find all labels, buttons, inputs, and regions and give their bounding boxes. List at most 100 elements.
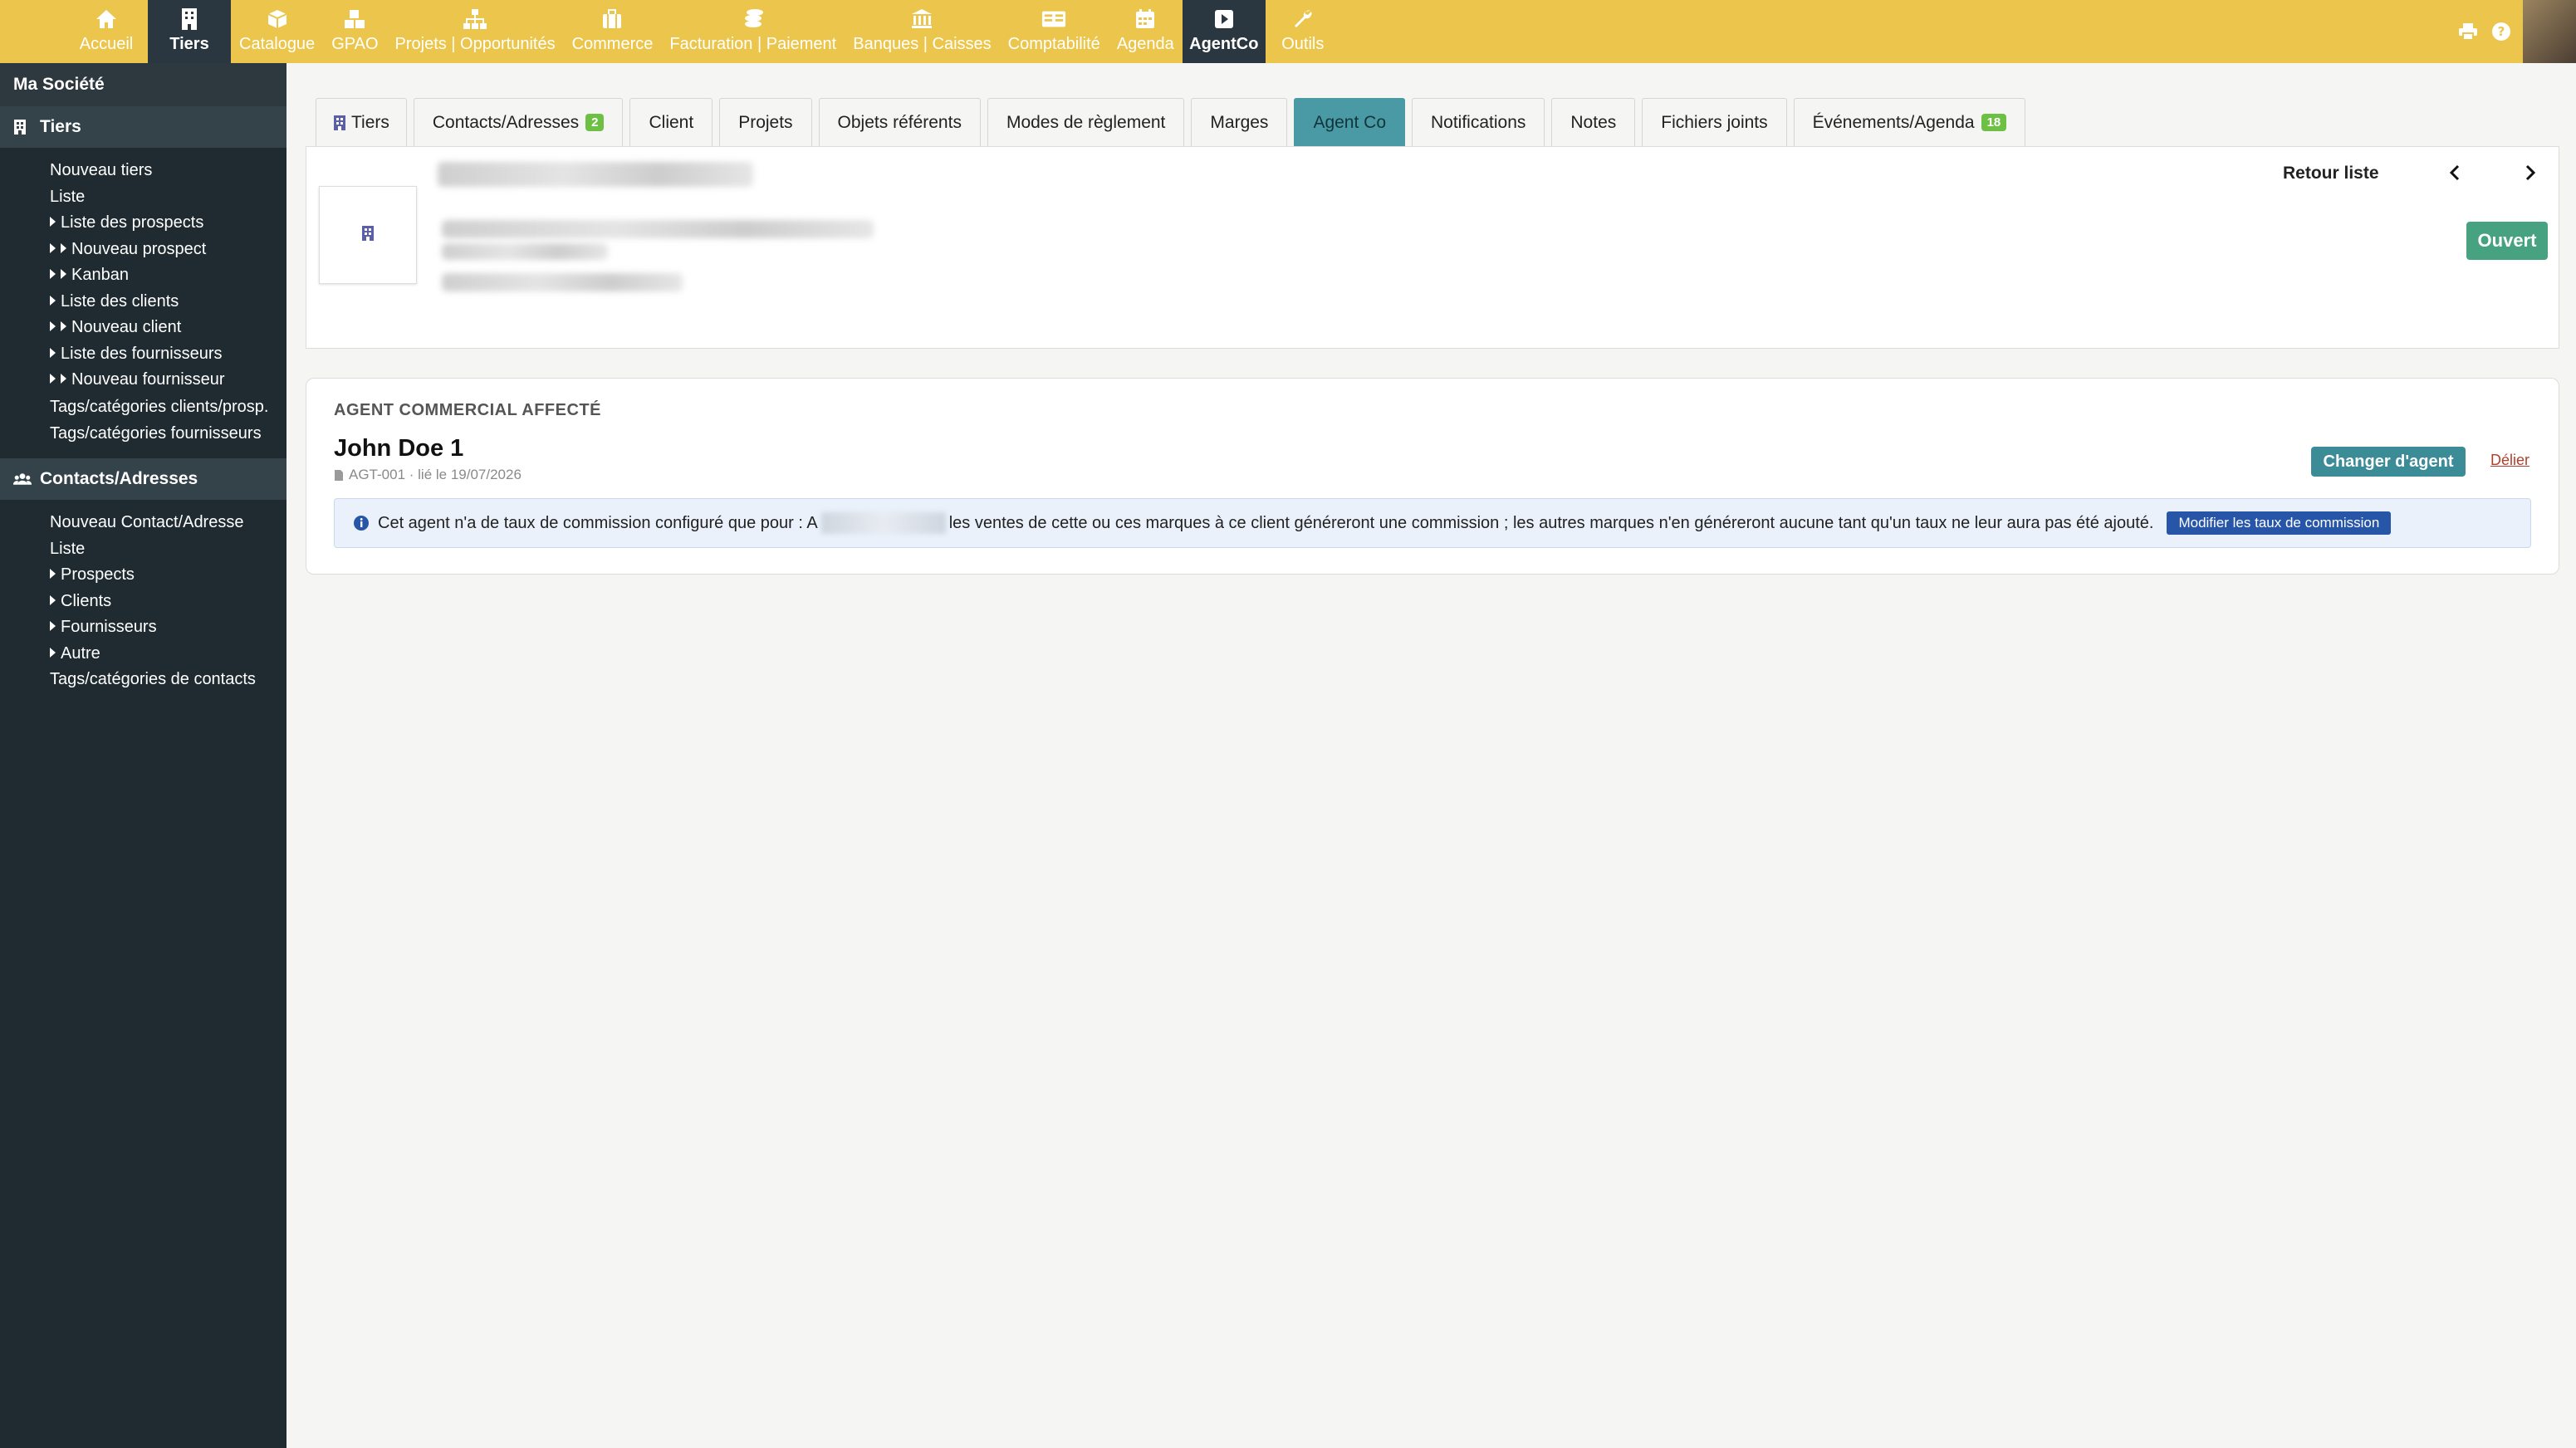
building-icon xyxy=(177,7,202,32)
sidebar-item-liste-prospects[interactable]: Liste des prospects xyxy=(0,210,286,237)
tab-label: Objets référents xyxy=(837,112,962,132)
topnav-label: Outils xyxy=(1281,35,1325,53)
topnav-comptabilite[interactable]: Comptabilité xyxy=(1000,0,1109,63)
topnav-banques[interactable]: Banques | Caisses xyxy=(845,0,999,63)
sidebar-company[interactable]: Ma Société xyxy=(0,63,286,106)
play-square-icon xyxy=(1212,7,1237,32)
topnav-label: GPAO xyxy=(331,35,379,53)
topnav-commerce[interactable]: Commerce xyxy=(564,0,662,63)
caret-right-icon xyxy=(50,374,56,384)
status-badge: Ouvert xyxy=(2466,222,2548,260)
sidebar-item-nouveau-fournisseur[interactable]: Nouveau fournisseur xyxy=(0,367,286,394)
sidebar-item-liste-contacts[interactable]: Liste xyxy=(0,536,286,563)
tab-agent-co[interactable]: Agent Co xyxy=(1294,98,1405,146)
topnav-accueil[interactable]: Accueil xyxy=(65,0,148,63)
caret-right-icon xyxy=(50,295,56,306)
caret-right-icon xyxy=(50,242,56,253)
sidebar-item-kanban[interactable]: Kanban xyxy=(0,262,286,289)
sidebar-item-autre[interactable]: Autre xyxy=(0,641,286,668)
company-logo[interactable] xyxy=(319,186,417,284)
sidebar-section-tiers[interactable]: Tiers xyxy=(0,106,286,148)
sidebar-item-label: Nouveau fournisseur xyxy=(71,370,225,389)
agent-meta-text: AGT-001 · lié le 19/07/2026 xyxy=(349,467,522,482)
sidebar-item-label: Liste des prospects xyxy=(61,213,204,232)
unlink-agent-link[interactable]: Délier xyxy=(2490,452,2529,469)
caret-right-icon xyxy=(50,647,56,658)
redacted-company-name xyxy=(438,162,753,187)
tab-marges[interactable]: Marges xyxy=(1191,98,1288,146)
sidebar-item-clients[interactable]: Clients xyxy=(0,589,286,615)
sidebar-section-contacts[interactable]: Contacts/Adresses xyxy=(0,458,286,500)
agent-name: John Doe 1 xyxy=(334,435,464,462)
tab-modes-reglement[interactable]: Modes de règlement xyxy=(987,98,1185,146)
topnav-label: Comptabilité xyxy=(1007,35,1100,53)
bank-icon xyxy=(909,7,934,32)
sidebar-item-tags-fournisseurs[interactable]: Tags/catégories fournisseurs xyxy=(0,421,286,448)
tab-client[interactable]: Client xyxy=(629,98,713,146)
topnav-gpao[interactable]: GPAO xyxy=(323,0,386,63)
tab-fichiers-joints[interactable]: Fichiers joints xyxy=(1642,98,1787,146)
sidebar-item-nouveau-client[interactable]: Nouveau client xyxy=(0,315,286,341)
previous-record-button[interactable] xyxy=(2444,162,2466,183)
next-record-button[interactable] xyxy=(2520,162,2541,183)
topnav-facturation[interactable]: Facturation | Paiement xyxy=(661,0,845,63)
thirdparty-header: Retour liste Ouvert xyxy=(306,146,2559,349)
tab-tiers[interactable]: Tiers xyxy=(316,98,407,146)
sidebar-item-tags-contacts[interactable]: Tags/catégories de contacts xyxy=(0,667,286,693)
top-right-tools: ? xyxy=(2451,0,2576,63)
chevron-right-icon xyxy=(2525,164,2536,181)
tab-label: Projets xyxy=(738,112,793,132)
tab-contacts[interactable]: Contacts/Adresses 2 xyxy=(413,98,624,146)
caret-right-icon xyxy=(61,242,66,253)
topnav-catalogue[interactable]: Catalogue xyxy=(231,0,323,63)
topnav-projets[interactable]: Projets | Opportunités xyxy=(387,0,564,63)
back-to-list-link[interactable]: Retour liste xyxy=(2283,164,2379,183)
change-agent-button[interactable]: Changer d'agent xyxy=(2311,447,2466,477)
tab-evenements-agenda[interactable]: Événements/Agenda 18 xyxy=(1793,98,2026,146)
sidebar-section-label: Contacts/Adresses xyxy=(40,469,198,488)
chevron-left-icon xyxy=(2449,164,2460,181)
count-badge: 18 xyxy=(1981,114,2007,131)
caret-right-icon xyxy=(61,321,66,331)
sidebar-item-nouveau-tiers[interactable]: Nouveau tiers xyxy=(0,158,286,184)
left-sidebar: Ma Société Tiers Nouveau tiers Liste Lis… xyxy=(0,63,286,1448)
topnav-label: Commerce xyxy=(571,35,654,53)
sidebar-item-nouveau-prospect[interactable]: Nouveau prospect xyxy=(0,237,286,263)
sidebar-item-nouveau-contact[interactable]: Nouveau Contact/Adresse xyxy=(0,510,286,536)
tab-objets-referents[interactable]: Objets référents xyxy=(818,98,981,146)
user-avatar[interactable] xyxy=(2523,0,2576,63)
topnav-outils[interactable]: Outils xyxy=(1266,0,1340,63)
tab-label: Client xyxy=(649,112,694,132)
tab-notes[interactable]: Notes xyxy=(1551,98,1636,146)
topnav-label: Facturation | Paiement xyxy=(669,35,837,53)
topnav-agentco[interactable]: AgentCo xyxy=(1182,0,1266,63)
caret-right-icon xyxy=(50,347,56,358)
topnav-agenda[interactable]: Agenda xyxy=(1109,0,1183,63)
modify-commission-button[interactable]: Modifier les taux de commission xyxy=(2167,511,2392,535)
topnav-label: Tiers xyxy=(169,35,209,53)
print-icon[interactable] xyxy=(2451,0,2485,63)
sidebar-item-label: Clients xyxy=(61,591,112,610)
caret-right-icon xyxy=(50,269,56,279)
sidebar-item-prospects[interactable]: Prospects xyxy=(0,562,286,589)
tab-notifications[interactable]: Notifications xyxy=(1412,98,1545,146)
sidebar-item-tags-clients[interactable]: Tags/catégories clients/prosp. xyxy=(0,394,286,421)
topnav-label: Projets | Opportunités xyxy=(394,35,556,53)
sitemap-icon xyxy=(463,7,487,32)
tab-label: Marges xyxy=(1210,112,1269,132)
sidebar-item-label: Nouveau client xyxy=(71,318,182,336)
sidebar-item-fournisseurs[interactable]: Fournisseurs xyxy=(0,614,286,641)
topnav-tiers[interactable]: Tiers xyxy=(148,0,231,63)
svg-text:?: ? xyxy=(2498,24,2505,39)
sidebar-list-contacts: Nouveau Contact/Adresse Liste Prospects … xyxy=(0,500,286,705)
sidebar-item-liste-clients[interactable]: Liste des clients xyxy=(0,289,286,316)
count-badge: 2 xyxy=(585,114,605,131)
help-icon[interactable]: ? xyxy=(2485,0,2518,63)
tab-label: Tiers xyxy=(351,112,389,132)
sidebar-item-liste[interactable]: Liste xyxy=(0,184,286,211)
tab-projets[interactable]: Projets xyxy=(719,98,812,146)
topnav-label: AgentCo xyxy=(1189,35,1259,53)
sidebar-item-liste-fournisseurs[interactable]: Liste des fournisseurs xyxy=(0,341,286,368)
sidebar-item-label: Nouveau prospect xyxy=(71,239,207,258)
building-icon xyxy=(333,115,346,131)
